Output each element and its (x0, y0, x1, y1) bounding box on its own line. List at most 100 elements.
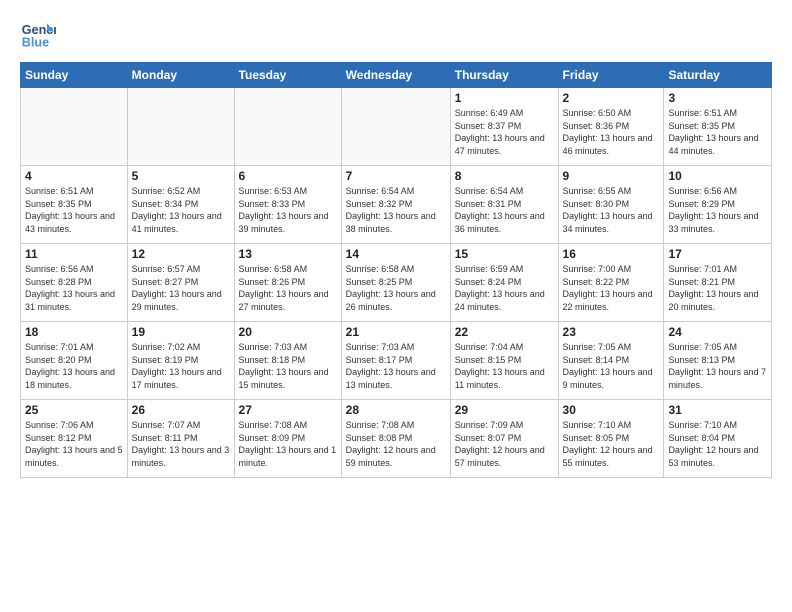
logo: General Blue (20, 16, 56, 52)
day-info: Sunrise: 7:06 AM Sunset: 8:12 PM Dayligh… (25, 419, 123, 469)
calendar-cell: 5 Sunrise: 6:52 AM Sunset: 8:34 PM Daylig… (127, 166, 234, 244)
calendar-cell: 7 Sunrise: 6:54 AM Sunset: 8:32 PM Daylig… (341, 166, 450, 244)
day-info: Sunrise: 7:01 AM Sunset: 8:21 PM Dayligh… (668, 263, 767, 313)
page: General Blue SundayMondayTuesdayWednesda… (0, 0, 792, 612)
day-number: 16 (563, 247, 660, 261)
calendar-cell: 4 Sunrise: 6:51 AM Sunset: 8:35 PM Daylig… (21, 166, 128, 244)
calendar-cell (341, 88, 450, 166)
day-number: 26 (132, 403, 230, 417)
week-row-1: 1 Sunrise: 6:49 AM Sunset: 8:37 PM Daylig… (21, 88, 772, 166)
calendar-cell: 22 Sunrise: 7:04 AM Sunset: 8:15 PM Dayli… (450, 322, 558, 400)
day-info: Sunrise: 6:58 AM Sunset: 8:25 PM Dayligh… (346, 263, 446, 313)
calendar-cell (21, 88, 128, 166)
calendar-cell: 25 Sunrise: 7:06 AM Sunset: 8:12 PM Dayli… (21, 400, 128, 478)
calendar-cell: 11Sunrise: 6:56 AM Sunset: 8:28 PM Dayli… (21, 244, 128, 322)
logo-icon: General Blue (20, 16, 56, 52)
day-info: Sunrise: 6:50 AM Sunset: 8:36 PM Dayligh… (563, 107, 660, 157)
calendar-cell: 10 Sunrise: 6:56 AM Sunset: 8:29 PM Dayli… (664, 166, 772, 244)
calendar-cell: 31 Sunrise: 7:10 AM Sunset: 8:04 PM Dayli… (664, 400, 772, 478)
day-number: 14 (346, 247, 446, 261)
weekday-header-monday: Monday (127, 63, 234, 88)
day-number: 13 (239, 247, 337, 261)
calendar-cell: 17 Sunrise: 7:01 AM Sunset: 8:21 PM Dayli… (664, 244, 772, 322)
calendar-cell: 29Sunrise: 7:09 AM Sunset: 8:07 PM Dayli… (450, 400, 558, 478)
day-info: Sunrise: 7:01 AM Sunset: 8:20 PM Dayligh… (25, 341, 123, 391)
day-info: Sunrise: 6:49 AM Sunset: 8:37 PM Dayligh… (455, 107, 554, 157)
weekday-header-wednesday: Wednesday (341, 63, 450, 88)
svg-text:Blue: Blue (22, 36, 49, 50)
day-info: Sunrise: 6:54 AM Sunset: 8:31 PM Dayligh… (455, 185, 554, 235)
day-number: 7 (346, 169, 446, 183)
day-info: Sunrise: 6:57 AM Sunset: 8:27 PM Dayligh… (132, 263, 230, 313)
day-number: 6 (239, 169, 337, 183)
calendar-cell: 13 Sunrise: 6:58 AM Sunset: 8:26 PM Dayli… (234, 244, 341, 322)
day-number: 8 (455, 169, 554, 183)
day-info: Sunrise: 7:05 AM Sunset: 8:14 PM Dayligh… (563, 341, 660, 391)
day-number: 9 (563, 169, 660, 183)
day-info: Sunrise: 6:54 AM Sunset: 8:32 PM Dayligh… (346, 185, 446, 235)
week-row-3: 11Sunrise: 6:56 AM Sunset: 8:28 PM Dayli… (21, 244, 772, 322)
day-info: Sunrise: 6:52 AM Sunset: 8:34 PM Dayligh… (132, 185, 230, 235)
day-number: 4 (25, 169, 123, 183)
day-number: 28 (346, 403, 446, 417)
day-number: 1 (455, 91, 554, 105)
day-number: 11 (25, 247, 123, 261)
day-info: Sunrise: 6:56 AM Sunset: 8:29 PM Dayligh… (668, 185, 767, 235)
day-number: 3 (668, 91, 767, 105)
day-info: Sunrise: 7:09 AM Sunset: 8:07 PM Dayligh… (455, 419, 554, 469)
calendar-cell (234, 88, 341, 166)
day-info: Sunrise: 7:10 AM Sunset: 8:05 PM Dayligh… (563, 419, 660, 469)
weekday-header-row: SundayMondayTuesdayWednesdayThursdayFrid… (21, 63, 772, 88)
calendar-cell: 19Sunrise: 7:02 AM Sunset: 8:19 PM Dayli… (127, 322, 234, 400)
calendar-cell: 23 Sunrise: 7:05 AM Sunset: 8:14 PM Dayli… (558, 322, 664, 400)
day-info: Sunrise: 7:03 AM Sunset: 8:17 PM Dayligh… (346, 341, 446, 391)
day-number: 31 (668, 403, 767, 417)
calendar-cell: 27Sunrise: 7:08 AM Sunset: 8:09 PM Dayli… (234, 400, 341, 478)
day-info: Sunrise: 7:05 AM Sunset: 8:13 PM Dayligh… (668, 341, 767, 391)
day-number: 10 (668, 169, 767, 183)
day-number: 2 (563, 91, 660, 105)
calendar-cell: 28 Sunrise: 7:08 AM Sunset: 8:08 PM Dayli… (341, 400, 450, 478)
day-number: 21 (346, 325, 446, 339)
day-info: Sunrise: 6:51 AM Sunset: 8:35 PM Dayligh… (668, 107, 767, 157)
week-row-2: 4 Sunrise: 6:51 AM Sunset: 8:35 PM Daylig… (21, 166, 772, 244)
day-info: Sunrise: 6:55 AM Sunset: 8:30 PM Dayligh… (563, 185, 660, 235)
day-number: 15 (455, 247, 554, 261)
day-number: 23 (563, 325, 660, 339)
calendar-cell: 30 Sunrise: 7:10 AM Sunset: 8:05 PM Dayli… (558, 400, 664, 478)
weekday-header-saturday: Saturday (664, 63, 772, 88)
calendar-cell: 14 Sunrise: 6:58 AM Sunset: 8:25 PM Dayli… (341, 244, 450, 322)
day-number: 12 (132, 247, 230, 261)
day-number: 18 (25, 325, 123, 339)
day-info: Sunrise: 6:51 AM Sunset: 8:35 PM Dayligh… (25, 185, 123, 235)
week-row-5: 25 Sunrise: 7:06 AM Sunset: 8:12 PM Dayli… (21, 400, 772, 478)
calendar-cell: 18 Sunrise: 7:01 AM Sunset: 8:20 PM Dayli… (21, 322, 128, 400)
day-number: 24 (668, 325, 767, 339)
day-number: 25 (25, 403, 123, 417)
calendar-cell: 24 Sunrise: 7:05 AM Sunset: 8:13 PM Dayli… (664, 322, 772, 400)
calendar-cell: 15Sunrise: 6:59 AM Sunset: 8:24 PM Dayli… (450, 244, 558, 322)
day-number: 30 (563, 403, 660, 417)
calendar-cell: 3 Sunrise: 6:51 AM Sunset: 8:35 PM Daylig… (664, 88, 772, 166)
day-info: Sunrise: 7:10 AM Sunset: 8:04 PM Dayligh… (668, 419, 767, 469)
weekday-header-tuesday: Tuesday (234, 63, 341, 88)
day-info: Sunrise: 7:08 AM Sunset: 8:08 PM Dayligh… (346, 419, 446, 469)
day-number: 17 (668, 247, 767, 261)
day-number: 20 (239, 325, 337, 339)
weekday-header-thursday: Thursday (450, 63, 558, 88)
day-info: Sunrise: 6:53 AM Sunset: 8:33 PM Dayligh… (239, 185, 337, 235)
calendar-cell: 20Sunrise: 7:03 AM Sunset: 8:18 PM Dayli… (234, 322, 341, 400)
calendar-cell: 8 Sunrise: 6:54 AM Sunset: 8:31 PM Daylig… (450, 166, 558, 244)
day-info: Sunrise: 7:04 AM Sunset: 8:15 PM Dayligh… (455, 341, 554, 391)
day-number: 22 (455, 325, 554, 339)
day-number: 19 (132, 325, 230, 339)
header: General Blue (20, 16, 772, 52)
weekday-header-sunday: Sunday (21, 63, 128, 88)
day-number: 5 (132, 169, 230, 183)
calendar-cell: 6 Sunrise: 6:53 AM Sunset: 8:33 PM Daylig… (234, 166, 341, 244)
calendar-cell: 2 Sunrise: 6:50 AM Sunset: 8:36 PM Daylig… (558, 88, 664, 166)
day-number: 27 (239, 403, 337, 417)
calendar-cell (127, 88, 234, 166)
calendar-cell: 16Sunrise: 7:00 AM Sunset: 8:22 PM Dayli… (558, 244, 664, 322)
day-info: Sunrise: 6:58 AM Sunset: 8:26 PM Dayligh… (239, 263, 337, 313)
